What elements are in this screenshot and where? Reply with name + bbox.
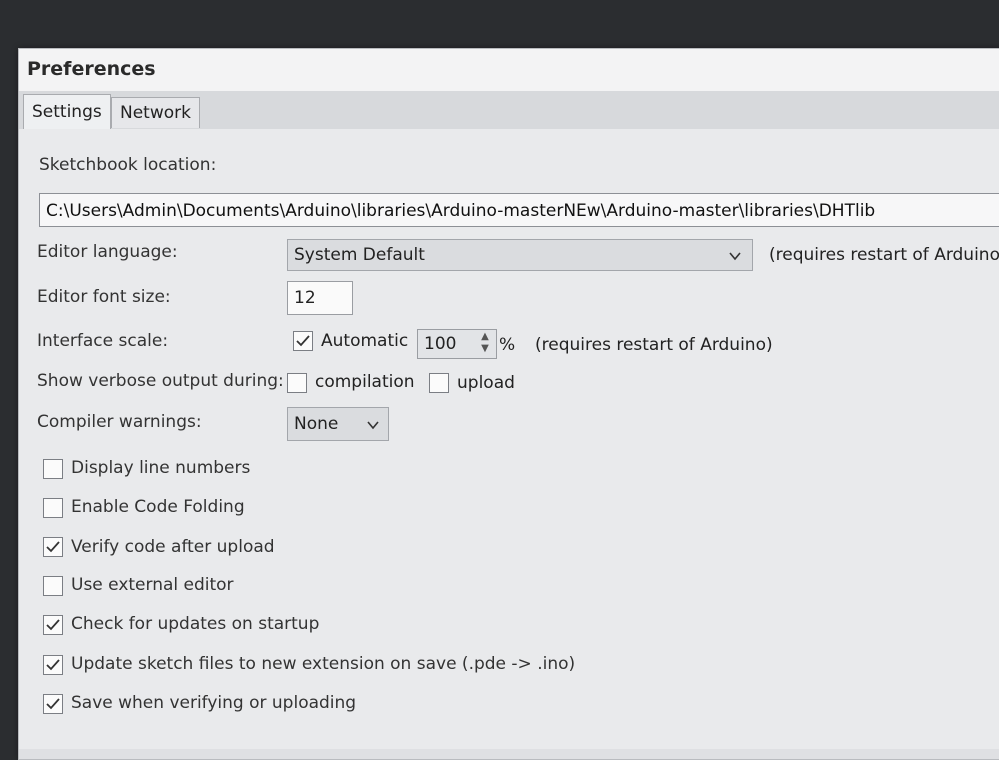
checkmark-icon <box>296 335 310 347</box>
editor-font-size-label: Editor font size: <box>37 287 171 307</box>
sketchbook-location-label: Sketchbook location: <box>39 155 217 175</box>
editor-language-value: System Default <box>294 245 425 265</box>
editor-language-select[interactable]: System Default <box>287 239 753 271</box>
bottom-strip <box>19 749 999 759</box>
title-bar: Preferences <box>19 49 999 91</box>
compilation-label: compilation <box>315 372 415 392</box>
compiler-warnings-label: Compiler warnings: <box>37 412 202 432</box>
tab-settings[interactable]: Settings <box>23 94 111 129</box>
checkmark-icon <box>46 541 60 553</box>
sketchbook-location-input[interactable]: C:\Users\Admin\Documents\Arduino\librari… <box>39 193 999 227</box>
editor-font-size-input[interactable]: 12 <box>287 281 353 315</box>
checkmark-icon <box>46 698 60 710</box>
spin-down-icon[interactable]: ▼ <box>477 343 493 355</box>
scale-unit: % <box>499 335 516 355</box>
enable-code-folding-checkbox[interactable] <box>43 498 63 518</box>
verbose-output-label: Show verbose output during: <box>37 371 284 391</box>
interface-scale-value: 100 <box>424 334 457 354</box>
preferences-window: Preferences Settings Network Sketchbook … <box>18 48 999 760</box>
automatic-checkbox[interactable] <box>293 331 313 351</box>
checkmark-icon <box>46 659 60 671</box>
chevron-down-icon <box>729 252 741 261</box>
compiler-warnings-select[interactable]: None <box>287 407 389 441</box>
save-when-verifying-checkbox[interactable] <box>43 694 63 714</box>
tab-network[interactable]: Network <box>111 97 200 128</box>
save-when-verifying-label: Save when verifying or uploading <box>71 693 357 713</box>
compilation-checkbox[interactable] <box>287 373 307 393</box>
compiler-warnings-value: None <box>294 414 339 434</box>
spin-up-icon[interactable]: ▲ <box>477 331 493 343</box>
update-sketch-extension-label: Update sketch files to new extension on … <box>71 654 576 674</box>
editor-language-label: Editor language: <box>37 242 178 262</box>
interface-scale-note: (requires restart of Arduino) <box>535 335 773 355</box>
verify-after-upload-label: Verify code after upload <box>71 537 275 557</box>
settings-panel: Sketchbook location: C:\Users\Admin\Docu… <box>19 129 999 759</box>
update-sketch-extension-checkbox[interactable] <box>43 655 63 675</box>
check-updates-label: Check for updates on startup <box>71 614 320 634</box>
interface-scale-label: Interface scale: <box>37 331 169 351</box>
window-title: Preferences <box>27 58 156 80</box>
verify-after-upload-checkbox[interactable] <box>43 537 63 557</box>
check-updates-checkbox[interactable] <box>43 615 63 635</box>
checkmark-icon <box>46 619 60 631</box>
editor-language-note: (requires restart of Arduino) <box>769 245 999 265</box>
scale-spinner[interactable]: ▲ ▼ <box>477 331 493 357</box>
automatic-label: Automatic <box>321 331 409 351</box>
enable-code-folding-label: Enable Code Folding <box>71 497 245 517</box>
chevron-down-icon <box>367 421 379 430</box>
use-external-editor-checkbox[interactable] <box>43 576 63 596</box>
use-external-editor-label: Use external editor <box>71 575 234 595</box>
display-line-numbers-label: Display line numbers <box>71 458 251 478</box>
display-line-numbers-checkbox[interactable] <box>43 459 63 479</box>
tab-strip: Settings Network <box>19 91 999 130</box>
upload-label: upload <box>457 373 515 393</box>
upload-checkbox[interactable] <box>429 373 449 393</box>
